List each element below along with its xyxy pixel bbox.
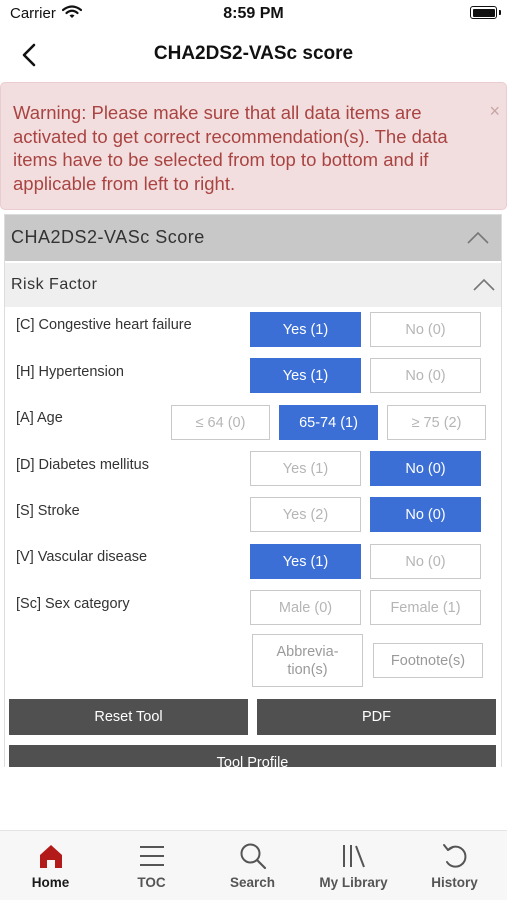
risk-factor-label: [V] Vascular disease [16, 549, 148, 565]
warning-text: Warning: Please make sure that all data … [13, 101, 483, 195]
tab-label: History [431, 875, 478, 890]
tab-bar: Home TOC Search My Library History [0, 830, 507, 900]
tab-home[interactable]: Home [0, 831, 101, 900]
stroke-no-button[interactable]: No (0) [370, 497, 481, 532]
tab-my-library[interactable]: My Library [303, 831, 404, 900]
risk-factor-label: [D] Diabetes mellitus [16, 457, 149, 473]
stroke-yes-button[interactable]: Yes (2) [250, 497, 361, 532]
reset-tool-button[interactable]: Reset Tool [9, 699, 248, 735]
section-header[interactable]: Risk Factor [5, 263, 501, 307]
tool-header[interactable]: CHA2DS2-VASc Score [5, 215, 501, 261]
footnotes-button[interactable]: Footnote(s) [373, 643, 483, 678]
status-bar: Carrier 8:59 PM [0, 0, 507, 30]
history-icon [404, 841, 505, 871]
risk-factor-label: [C] Congestive heart failure [16, 317, 192, 333]
search-icon [202, 841, 303, 871]
navigation-bar: CHA2DS2-VASc score [0, 30, 507, 80]
chevron-up-icon[interactable] [473, 278, 495, 292]
tab-label: TOC [137, 875, 166, 890]
risk-factor-label: [S] Stroke [16, 503, 80, 519]
age-65-74-button[interactable]: 65-74 (1) [279, 405, 378, 440]
diabetes-yes-button[interactable]: Yes (1) [250, 451, 361, 486]
warning-alert: Warning: Please make sure that all data … [0, 82, 507, 210]
vascular-yes-button[interactable]: Yes (1) [250, 544, 361, 579]
hypertension-yes-button[interactable]: Yes (1) [250, 358, 361, 393]
clock: 8:59 PM [223, 5, 284, 22]
list-icon [101, 841, 202, 871]
battery-icon [470, 6, 497, 19]
tab-label: My Library [319, 875, 388, 890]
abbreviations-button[interactable]: Abbrevia-tion(s) [252, 634, 363, 687]
tool-card: CHA2DS2-VASc Score Risk Factor [C] Conge… [4, 214, 502, 767]
sex-male-button[interactable]: Male (0) [250, 590, 361, 625]
pdf-button[interactable]: PDF [257, 699, 496, 735]
page-title: CHA2DS2-VASc score [153, 43, 354, 64]
risk-factor-label: [Sc] Sex category [16, 596, 130, 612]
risk-factor-label: [A] Age [16, 410, 63, 426]
close-icon[interactable]: × [489, 101, 500, 122]
tab-label: Search [229, 875, 276, 890]
sex-female-button[interactable]: Female (1) [370, 590, 481, 625]
chevron-up-icon[interactable] [467, 231, 489, 245]
chf-no-button[interactable]: No (0) [370, 312, 481, 347]
diabetes-no-button[interactable]: No (0) [370, 451, 481, 486]
tab-history[interactable]: History [404, 831, 505, 900]
warning-lead: Warning: [13, 102, 87, 123]
tool-title: CHA2DS2-VASc Score [11, 227, 205, 247]
vascular-no-button[interactable]: No (0) [370, 544, 481, 579]
hypertension-no-button[interactable]: No (0) [370, 358, 481, 393]
age-under-65-button[interactable]: ≤ 64 (0) [171, 405, 270, 440]
age-over-75-button[interactable]: ≥ 75 (2) [387, 405, 486, 440]
section-title: Risk Factor [11, 276, 98, 293]
tool-profile-button[interactable]: Tool Profile [9, 745, 496, 767]
battery-tip [499, 10, 501, 15]
library-icon [303, 841, 404, 871]
tab-toc[interactable]: TOC [101, 831, 202, 900]
home-icon [0, 841, 101, 871]
chf-yes-button[interactable]: Yes (1) [250, 312, 361, 347]
tab-label: Home [31, 875, 70, 890]
risk-factor-label: [H] Hypertension [16, 364, 124, 380]
tab-search[interactable]: Search [202, 831, 303, 900]
